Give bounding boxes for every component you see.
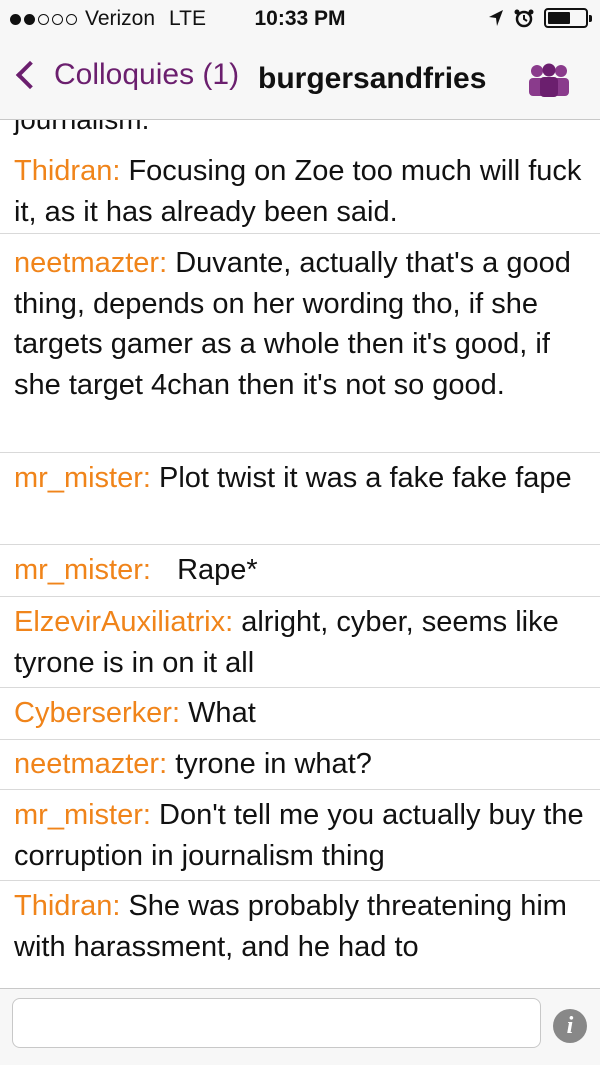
message-text: What [188,697,256,729]
message-item: neetmazter Duvante, actually that's a go… [0,234,600,453]
navigation-bar: Colloquies (1) burgersandfries [0,40,600,120]
back-button-label: Colloquies (1) [54,58,240,91]
message-username[interactable]: neetmazter [14,247,167,279]
message-item: Thidran She was probably threatening him… [0,881,600,988]
conversation-title: burgersandfries [258,62,487,95]
back-button[interactable]: Colloquies (1) [12,58,239,92]
message-item: mr_mister Plot twist it was a fake fake … [0,453,600,545]
message-username[interactable]: Cyberserker [14,697,180,729]
message-text: Rape* [177,554,258,586]
message-item: mr_mister Rape* [0,545,600,597]
message-list[interactable]: journalism. Thidran Focusing on Zoe too … [0,120,600,988]
message-username[interactable]: mr_mister [14,799,151,831]
location-arrow-icon [489,10,503,26]
message-item: neetmazter tyrone in what? [0,740,600,790]
message-text: tyrone in what? [175,748,372,780]
message-username[interactable]: Thidran [14,155,120,187]
message-item: Cyberserker What [0,688,600,740]
message-username[interactable]: ElzevirAuxiliatrix [14,606,233,638]
message-item: mr_mister Don't tell me you actually buy… [0,790,600,881]
cut-off-message: journalism. [14,120,149,140]
message-composer: i [0,988,600,1065]
message-text: Plot twist it was a fake fake fape [159,462,572,494]
status-right [488,8,592,28]
message-item: ElzevirAuxiliatrix alright, cyber, seems… [0,597,600,688]
message-username[interactable]: neetmazter [14,748,167,780]
message-username[interactable]: Thidran [14,890,120,922]
message-input[interactable] [12,998,541,1048]
status-bar: Verizon LTE 10:33 PM [0,0,600,40]
message-username[interactable]: mr_mister [14,554,151,586]
chevron-left-icon [15,60,45,90]
message-username[interactable]: mr_mister [14,462,151,494]
alarm-clock-icon [514,9,534,28]
message-item: Thidran Focusing on Zoe too much will fu… [0,148,600,234]
group-icon[interactable] [526,62,572,98]
battery-icon [544,8,592,28]
info-icon[interactable]: i [553,1009,587,1043]
